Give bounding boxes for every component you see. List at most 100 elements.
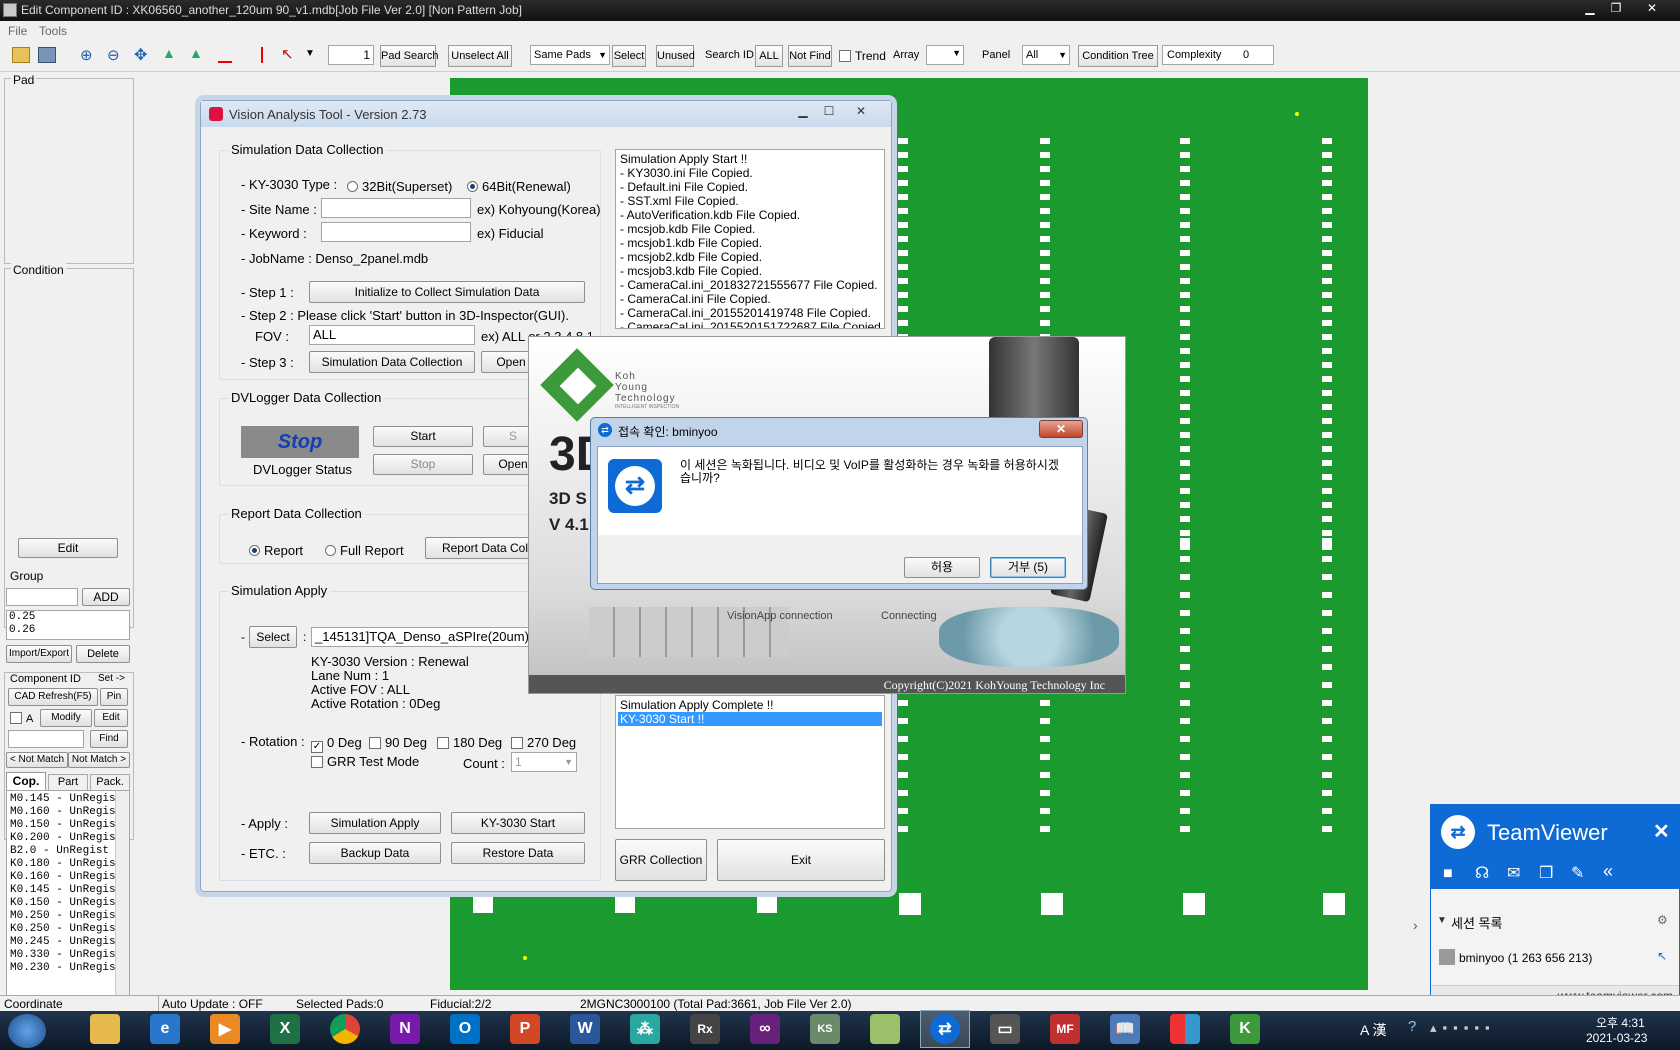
chat-icon[interactable]: ✉ — [1507, 863, 1520, 883]
dropdown-arrow-icon[interactable]: ▼ — [305, 48, 315, 59]
expand-arrow-icon[interactable]: › — [1413, 917, 1418, 933]
log-box-top[interactable]: Simulation Apply Start !! - KY3030.ini F… — [615, 149, 885, 329]
deny-button[interactable]: 거부 (5) — [990, 557, 1066, 578]
pointer-icon[interactable]: ↖ — [1657, 949, 1667, 963]
video-icon[interactable]: ■ — [1443, 865, 1453, 883]
report-radio[interactable]: Report — [249, 543, 303, 558]
ime-indicator[interactable]: A 漢 — [1360, 1020, 1386, 1040]
taskbar-word[interactable]: W — [560, 1010, 610, 1048]
list-item[interactable]: 0.26 — [9, 624, 129, 637]
group-list[interactable]: 0.25 0.26 — [6, 610, 130, 640]
menu-tools[interactable]: Tools — [39, 24, 67, 38]
profile-icon[interactable]: ▲ — [162, 45, 176, 61]
exit-button[interactable]: Exit — [717, 839, 885, 881]
taskbar-outlook[interactable]: O — [440, 1010, 490, 1048]
tab-part[interactable]: Part — [48, 774, 88, 790]
sim-data-collection-button[interactable]: Simulation Data Collection — [309, 351, 475, 373]
tray-icons[interactable]: ▴▪▪▪▪▪ — [1430, 1020, 1496, 1036]
list-item[interactable]: M0.145 - UnRegist — [10, 793, 129, 806]
restore-button[interactable]: ❐ — [1603, 1, 1629, 19]
same-pads-select[interactable]: Same Pads ▼ — [530, 45, 610, 65]
list-item[interactable]: K0.160 - UnRegist — [10, 871, 129, 884]
tab-cop[interactable]: Cop. — [6, 772, 46, 790]
taskbar-ie[interactable]: e — [140, 1010, 190, 1048]
apply-select-button[interactable]: Select — [249, 626, 297, 648]
backup-button[interactable]: Backup Data — [309, 842, 441, 864]
dialog-close-button[interactable]: ✕ — [1039, 420, 1083, 438]
delete-button[interactable]: Delete — [76, 645, 130, 663]
close-button[interactable]: ✕ — [1629, 1, 1675, 19]
collapse-icon[interactable]: « — [1603, 861, 1613, 882]
list-item[interactable]: M0.330 - UnRegist — [10, 949, 129, 962]
list-item[interactable]: M0.245 - UnRegist — [10, 936, 129, 949]
pan-icon[interactable]: ✥ — [134, 45, 147, 65]
vat-close-button[interactable]: ✕ — [843, 104, 879, 120]
taskbar-ks[interactable]: KS — [800, 1010, 850, 1048]
log-box-bottom[interactable]: Simulation Apply Complete !! KY-3030 Sta… — [615, 695, 885, 829]
taskbar-teamviewer[interactable]: ⇄ — [920, 1010, 970, 1048]
site-name-input[interactable] — [321, 198, 471, 218]
not-match-prev-button[interactable]: < Not Match — [6, 752, 68, 768]
files-icon[interactable]: ❐ — [1539, 863, 1553, 883]
zoom-out-icon[interactable]: ⊖ — [107, 46, 120, 64]
list-item[interactable]: M0.250 - UnRegist — [10, 910, 129, 923]
condition-edit-button[interactable]: Edit — [18, 538, 118, 558]
unselect-all-button[interactable]: Unselect All — [448, 45, 512, 67]
simulation-apply-button[interactable]: Simulation Apply — [309, 812, 441, 834]
session-triangle-icon[interactable]: ▼ — [1437, 915, 1447, 926]
clock-date[interactable]: 2021-03-23 — [1586, 1031, 1647, 1045]
not-find-button[interactable]: Not Find — [788, 45, 832, 67]
type-64bit-radio[interactable]: 64Bit(Renewal) — [467, 179, 571, 194]
dvlogger-start-button[interactable]: Start — [373, 426, 473, 447]
list-item[interactable]: M0.230 - UnRegist — [10, 962, 129, 975]
allow-button[interactable]: 허용 — [904, 557, 980, 578]
minimize-button[interactable]: ▁ — [1577, 1, 1603, 19]
headset-icon[interactable]: ☊ — [1475, 863, 1489, 883]
list-item[interactable]: M0.160 - UnRegist — [10, 806, 129, 819]
full-report-radio[interactable]: Full Report — [325, 543, 404, 558]
taskbar-ky[interactable]: K — [1220, 1010, 1270, 1048]
group-input[interactable] — [6, 588, 78, 606]
cursor-icon[interactable]: ↖ — [281, 45, 294, 63]
taskbar-book[interactable]: 📖 — [1100, 1010, 1150, 1048]
dvlogger-stop-button[interactable]: Stop — [373, 454, 473, 475]
list-item[interactable]: K0.200 - UnRegist — [10, 832, 129, 845]
initialize-button[interactable]: Initialize to Collect Simulation Data — [309, 281, 585, 303]
pad-number-input[interactable]: 1 — [328, 45, 374, 65]
pin-button[interactable]: Pin — [100, 688, 128, 706]
find-button[interactable]: Find — [90, 730, 128, 748]
taskbar-network[interactable]: ⁂ — [620, 1010, 670, 1048]
deg270-checkbox[interactable]: 270 Deg — [511, 735, 576, 750]
apply-path-input[interactable]: _145131]TQA_Denso_aSPIre(20um)_ — [311, 627, 537, 647]
keyword-input[interactable] — [321, 222, 471, 242]
grr-test-checkbox[interactable]: GRR Test Mode — [311, 754, 419, 769]
restore-button[interactable]: Restore Data — [451, 842, 585, 864]
list-item[interactable]: B2.0 - UnRegist — [10, 845, 129, 858]
menu-file[interactable]: File — [8, 24, 27, 38]
list-item[interactable]: K0.150 - UnRegist — [10, 897, 129, 910]
taskbar-powerpoint[interactable]: P — [500, 1010, 550, 1048]
list-item[interactable]: M0.150 - UnRegist — [10, 819, 129, 832]
taskbar-excel[interactable]: X — [260, 1010, 310, 1048]
list-item[interactable]: K0.250 - UnRegist — [10, 923, 129, 936]
count-select[interactable]: 1 ▼ — [511, 752, 577, 772]
report-data-button[interactable]: Report Data Col — [425, 537, 545, 559]
taskbar-chrome[interactable] — [320, 1010, 370, 1048]
pad-search-button[interactable]: Pad Search — [380, 45, 438, 67]
not-match-next-button[interactable]: Not Match > — [68, 752, 130, 768]
ky3030-start-button[interactable]: KY-3030 Start — [451, 812, 585, 834]
all-button[interactable]: ALL — [755, 45, 783, 67]
condition-tree-button[interactable]: Condition Tree — [1078, 45, 1158, 67]
unused-button[interactable]: Unused — [656, 45, 695, 67]
print-icon[interactable] — [38, 47, 56, 63]
list-item[interactable]: K0.180 - UnRegist — [10, 858, 129, 871]
component-edit-button[interactable]: Edit — [94, 709, 128, 727]
session-user[interactable]: bminyoo (1 263 656 213) — [1459, 951, 1592, 965]
zoom-in-icon[interactable]: ⊕ — [80, 46, 93, 64]
taskbar-folder2[interactable] — [860, 1010, 910, 1048]
taskbar-colors[interactable] — [1160, 1010, 1210, 1048]
modify-button[interactable]: Modify — [40, 709, 92, 727]
group-add-button[interactable]: ADD — [82, 588, 130, 606]
tab-pack[interactable]: Pack. — [90, 774, 130, 790]
taskbar-onenote[interactable]: N — [380, 1010, 430, 1048]
